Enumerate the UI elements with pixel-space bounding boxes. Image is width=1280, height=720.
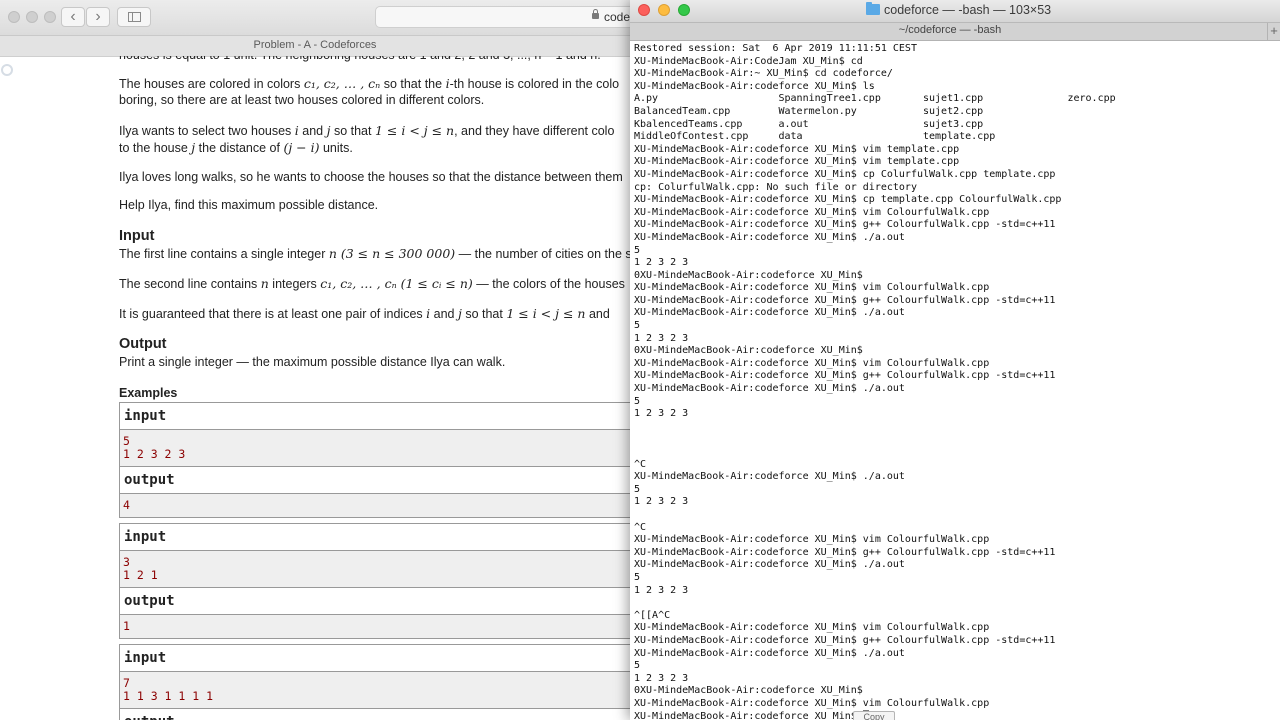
terminal-line: 0XU-MindeMacBook-Air:codeforce XU_Min$ <box>634 269 863 281</box>
paragraph-colors: The houses are colored in colors c₁, c₂,… <box>119 76 620 91</box>
paragraph-select: Ilya wants to select two houses i and j … <box>119 123 615 138</box>
paragraph-select-2: to the house j the distance of (j − i) u… <box>119 140 353 155</box>
sidebar-icon <box>128 12 141 22</box>
terminal-line: 5 <box>634 244 641 256</box>
folder-icon <box>866 2 880 15</box>
terminal-tab-bar: ~/codeforce — -bash + <box>630 23 1280 41</box>
sidebar-toggle-button[interactable] <box>117 7 151 27</box>
terminal-line: XU-MindeMacBook-Air:codeforce XU_Min$ vi… <box>634 622 990 634</box>
terminal-line: KbalencedTeams.cpp a.out sujet3.cpp <box>634 118 984 130</box>
terminal-line: XU-MindeMacBook-Air:codeforce XU_Min$ ./… <box>634 383 905 395</box>
terminal-line: 5 <box>634 395 641 407</box>
terminal-line: 1 2 3 2 3 <box>634 672 689 684</box>
terminal-line: XU-MindeMacBook-Air:codeforce XU_Min$ vi… <box>634 282 990 294</box>
terminal-line: XU-MindeMacBook-Air:codeforce XU_Min$ cp… <box>634 168 1056 180</box>
terminal-line: 5 <box>634 660 641 672</box>
zoom-window-button[interactable] <box>44 11 56 23</box>
terminal-line: XU-MindeMacBook-Air:codeforce XU_Min$ vi… <box>634 697 990 709</box>
cut-off-line: houses is equal to 1 unit. The neighbori… <box>119 56 601 64</box>
copy-tooltip: Copy <box>853 711 895 720</box>
terminal-line: XU-MindeMacBook-Air:codeforce XU_Min$ vi… <box>634 357 990 369</box>
terminal-line: XU-MindeMacBook-Air:codeforce XU_Min$ ls <box>634 80 875 92</box>
forward-button[interactable]: › <box>86 7 110 27</box>
terminal-line: XU-MindeMacBook-Air:codeforce XU_Min$ ./… <box>634 559 905 571</box>
terminal-line: 5 <box>634 571 641 583</box>
terminal-line: XU-MindeMacBook-Air:codeforce XU_Min$ vi… <box>634 206 990 218</box>
terminal-line: 1 2 3 2 3 <box>634 584 689 596</box>
terminal-lines: Restored session: Sat 6 Apr 2019 11:11:5… <box>634 43 1116 720</box>
paragraph-help: Help Ilya, find this maximum possible di… <box>119 198 379 212</box>
terminal-line: 1 2 3 2 3 <box>634 408 689 420</box>
output-line-1: Print a single integer — the maximum pos… <box>119 355 506 369</box>
terminal-line: XU-MindeMacBook-Air:codeforce XU_Min$ vi… <box>634 143 960 155</box>
terminal-line: 5 <box>634 320 641 332</box>
terminal-line: XU-MindeMacBook-Air:codeforce XU_Min$ g+… <box>634 634 1056 646</box>
terminal-line: XU-MindeMacBook-Air:codeforce XU_Min$ g+… <box>634 370 1056 382</box>
minimize-window-button[interactable] <box>658 4 670 16</box>
terminal-line: cp: ColurfulWalk.cpp: No such file or di… <box>634 181 917 193</box>
terminal-line: XU-MindeMacBook-Air:codeforce XU_Min$ ./… <box>634 231 905 243</box>
terminal-line: ^C <box>634 521 647 533</box>
terminal-line: 1 2 3 2 3 <box>634 257 689 269</box>
terminal-window: codeforce — -bash — 103×53 ~/codeforce —… <box>630 0 1280 720</box>
terminal-line: XU-MindeMacBook-Air:codeforce XU_Min$ vi… <box>634 156 960 168</box>
terminal-line: A.py SpanningTree1.cpp sujet1.cpp zero.c… <box>634 93 1116 105</box>
terminal-line: Restored session: Sat 6 Apr 2019 11:11:5… <box>634 43 917 54</box>
terminal-line: ^C <box>634 458 647 470</box>
terminal-line: XU-MindeMacBook-Air:CodeJam XU_Min$ cd <box>634 55 863 67</box>
zoom-window-button[interactable] <box>678 4 690 16</box>
refresh-icon <box>1 64 13 76</box>
terminal-line: XU-MindeMacBook-Air:codeforce XU_Min$ ./… <box>634 647 905 659</box>
terminal-line: 0XU-MindeMacBook-Air:codeforce XU_Min$ <box>634 685 863 697</box>
back-button[interactable]: ‹ <box>61 7 85 27</box>
terminal-line: 1 2 3 2 3 <box>634 496 689 508</box>
terminal-line: XU-MindeMacBook-Air:codeforce XU_Min$ g+… <box>634 294 1056 306</box>
new-tab-button[interactable]: + <box>1267 23 1280 40</box>
terminal-output[interactable]: Restored session: Sat 6 Apr 2019 11:11:5… <box>630 41 1280 720</box>
output-heading: Output <box>119 336 167 352</box>
terminal-line: XU-MindeMacBook-Air:codeforce XU_Min$ cp… <box>634 194 1062 206</box>
terminal-prompt: XU-MindeMacBook-Air:codeforce XU_Min$ <box>634 711 863 720</box>
terminal-titlebar: codeforce — -bash — 103×53 <box>630 0 1280 23</box>
terminal-line: XU-MindeMacBook-Air:codeforce XU_Min$ vi… <box>634 534 990 546</box>
terminal-line: ^[[A^C <box>634 609 671 621</box>
terminal-line: 0XU-MindeMacBook-Air:codeforce XU_Min$ <box>634 345 863 357</box>
examples-label: Examples <box>119 386 178 400</box>
chevron-right-icon: › <box>95 8 101 25</box>
minimize-window-button[interactable] <box>26 11 38 23</box>
lock-icon <box>592 9 599 19</box>
terminal-line: 5 <box>634 483 641 495</box>
input-heading: Input <box>119 228 155 244</box>
address-text: code <box>604 10 631 24</box>
terminal-line: MiddleOfContest.cpp data template.cpp <box>634 131 996 143</box>
terminal-line: XU-MindeMacBook-Air:codeforce XU_Min$ g+… <box>634 219 1056 231</box>
terminal-title: codeforce — -bash — 103×53 <box>884 3 1052 17</box>
terminal-line: BalancedTeam.cpp Watermelon.py sujet2.cp… <box>634 105 984 117</box>
input-line-1: The first line contains a single integer… <box>119 246 632 261</box>
terminal-line: XU-MindeMacBook-Air:codeforce XU_Min$ ./… <box>634 471 905 483</box>
terminal-line: 1 2 3 2 3 <box>634 332 689 344</box>
close-window-button[interactable] <box>638 4 650 16</box>
terminal-line: XU-MindeMacBook-Air:~ XU_Min$ cd codefor… <box>634 68 893 80</box>
browser-tab-title[interactable]: Problem - A - Codeforces <box>0 39 630 51</box>
terminal-line: XU-MindeMacBook-Air:codeforce XU_Min$ ./… <box>634 307 905 319</box>
paragraph-walks: Ilya loves long walks, so he wants to ch… <box>119 170 623 184</box>
close-window-button[interactable] <box>8 11 20 23</box>
paragraph-colors-2: boring, so there are at least two houses… <box>119 93 485 107</box>
input-line-2: The second line contains n integers c₁, … <box>119 276 625 291</box>
terminal-tab[interactable]: ~/codeforce — -bash <box>630 24 1270 36</box>
input-line-3: It is guaranteed that there is at least … <box>119 306 610 321</box>
terminal-line: XU-MindeMacBook-Air:codeforce XU_Min$ g+… <box>634 546 1056 558</box>
chevron-left-icon: ‹ <box>70 8 76 25</box>
